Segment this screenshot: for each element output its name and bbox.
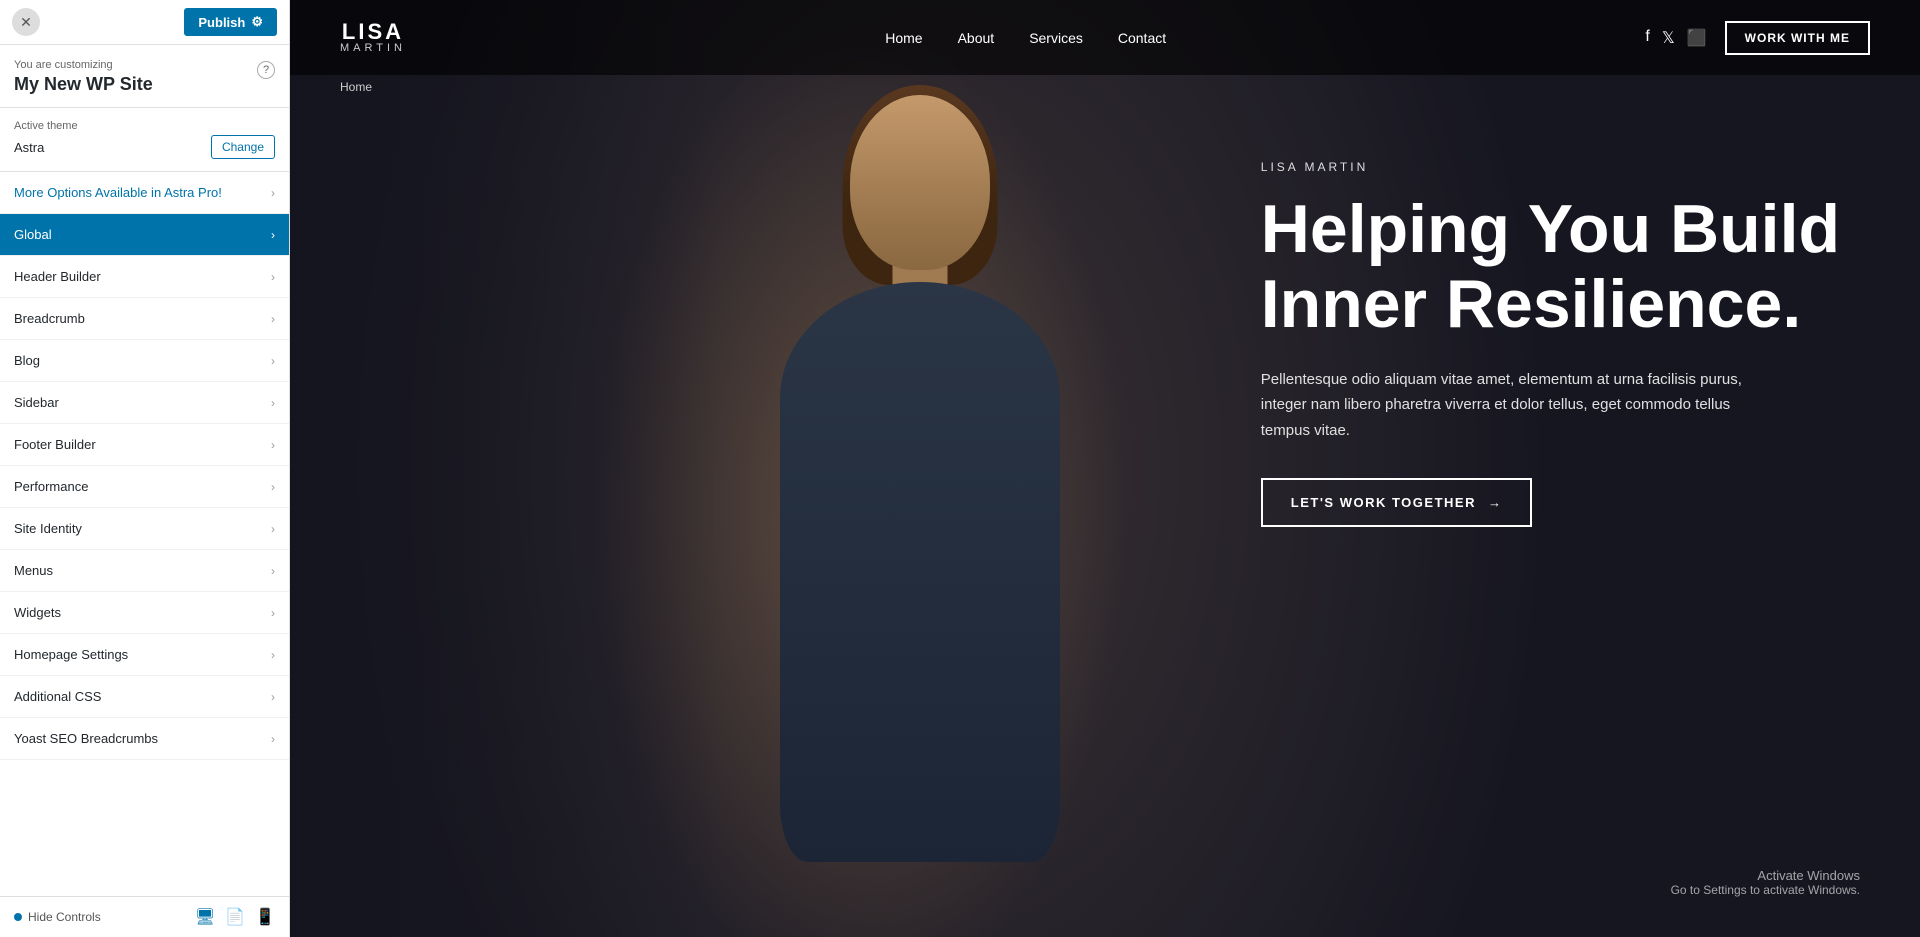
chevron-right-icon: › bbox=[271, 648, 275, 662]
menu-item-blog[interactable]: Blog › bbox=[0, 340, 289, 382]
menu-item-label: Widgets bbox=[14, 605, 61, 620]
header-right: f 𝕏 ⬛ WORK WITH ME bbox=[1645, 21, 1870, 55]
facebook-icon[interactable]: f bbox=[1645, 28, 1649, 48]
site-title: My New WP Site bbox=[14, 74, 153, 95]
chevron-right-icon: › bbox=[271, 354, 275, 368]
menu-item-label: Footer Builder bbox=[14, 437, 96, 452]
work-with-me-button[interactable]: WORK WITH ME bbox=[1725, 21, 1870, 55]
change-theme-button[interactable]: Change bbox=[211, 135, 275, 159]
menu-item-menus[interactable]: Menus › bbox=[0, 550, 289, 592]
desktop-icon[interactable]: 🖥 bbox=[195, 907, 215, 927]
person-head bbox=[850, 95, 990, 270]
menu-item-label: Site Identity bbox=[14, 521, 82, 536]
activate-windows-sub: Go to Settings to activate Windows. bbox=[1671, 883, 1860, 897]
hero-description: Pellentesque odio aliquam vitae amet, el… bbox=[1261, 367, 1761, 444]
person-figure bbox=[710, 75, 1130, 862]
menu-item-footer-builder[interactable]: Footer Builder › bbox=[0, 424, 289, 466]
menu-item-label: Blog bbox=[14, 353, 40, 368]
cta-arrow-icon: → bbox=[1488, 495, 1503, 510]
hero-title-line2: Inner Resilience. bbox=[1261, 266, 1801, 342]
chevron-right-icon: › bbox=[271, 396, 275, 410]
device-icons: 🖥 📄 📱 bbox=[195, 907, 275, 927]
customizing-section: You are customizing My New WP Site ? bbox=[0, 45, 289, 108]
nav-link-about[interactable]: About bbox=[958, 30, 995, 46]
cta-button[interactable]: LET'S WORK TOGETHER → bbox=[1261, 478, 1533, 527]
close-button[interactable]: ✕ bbox=[12, 8, 40, 36]
chevron-right-icon: › bbox=[271, 690, 275, 704]
nav-link-services[interactable]: Services bbox=[1029, 30, 1083, 46]
menu-item-global[interactable]: Global › bbox=[0, 214, 289, 256]
website-wrapper: LISA MARTIN Home About Services Contact f 𝕏… bbox=[290, 0, 1920, 937]
menu-item-breadcrumb[interactable]: Breadcrumb › bbox=[0, 298, 289, 340]
customizing-label: You are customizing bbox=[14, 59, 153, 71]
hero-title-line1: Helping You Build bbox=[1261, 191, 1840, 267]
chevron-right-icon: › bbox=[271, 186, 275, 200]
theme-section: Active theme Astra Change bbox=[0, 108, 289, 172]
chevron-right-icon: › bbox=[271, 606, 275, 620]
menu-item-label: Header Builder bbox=[14, 269, 101, 284]
menu-item-header-builder[interactable]: Header Builder › bbox=[0, 256, 289, 298]
menu-item-label: Yoast SEO Breadcrumbs bbox=[14, 731, 158, 746]
site-header: LISA MARTIN Home About Services Contact f 𝕏… bbox=[290, 0, 1920, 75]
site-nav: Home About Services Contact bbox=[885, 30, 1166, 46]
logo-sub-text: MARTIN bbox=[340, 43, 406, 54]
person-body bbox=[780, 282, 1060, 862]
activate-windows-notice: Activate Windows Go to Settings to activ… bbox=[1671, 868, 1860, 897]
menu-item-performance[interactable]: Performance › bbox=[0, 466, 289, 508]
twitter-icon[interactable]: 𝕏 bbox=[1662, 28, 1675, 48]
breadcrumb: Home bbox=[340, 80, 372, 94]
chevron-right-icon: › bbox=[271, 312, 275, 326]
menu-item-yoast-seo[interactable]: Yoast SEO Breadcrumbs › bbox=[0, 718, 289, 760]
chevron-right-icon: › bbox=[271, 732, 275, 746]
menu-item-label: Performance bbox=[14, 479, 88, 494]
activate-windows-title: Activate Windows bbox=[1671, 868, 1860, 883]
menu-item-label: Homepage Settings bbox=[14, 647, 128, 662]
customizer-topbar: ✕ Publish ⚙ bbox=[0, 0, 289, 45]
logo-main-text: LISA bbox=[342, 21, 404, 43]
menu-item-label: Global bbox=[14, 227, 52, 242]
hide-controls-button[interactable]: Hide Controls bbox=[14, 910, 101, 924]
menu-item-widgets[interactable]: Widgets › bbox=[0, 592, 289, 634]
gear-icon[interactable]: ⚙ bbox=[251, 14, 263, 30]
menu-item-additional-css[interactable]: Additional CSS › bbox=[0, 676, 289, 718]
tablet-icon[interactable]: 📄 bbox=[225, 907, 245, 927]
publish-label: Publish bbox=[198, 15, 245, 30]
menu-item-site-identity[interactable]: Site Identity › bbox=[0, 508, 289, 550]
hero-content: LISA MARTIN Helping You Build Inner Resi… bbox=[1261, 160, 1840, 527]
menu-item-homepage-settings[interactable]: Homepage Settings › bbox=[0, 634, 289, 676]
chevron-right-icon: › bbox=[271, 480, 275, 494]
hide-dot-icon bbox=[14, 913, 22, 921]
hero-author: LISA MARTIN bbox=[1261, 160, 1840, 174]
menu-item-label: Menus bbox=[14, 563, 53, 578]
site-logo: LISA MARTIN bbox=[340, 21, 406, 54]
chevron-right-icon: › bbox=[271, 270, 275, 284]
menu-item-label: More Options Available in Astra Pro! bbox=[14, 185, 222, 200]
customizer-bottombar: Hide Controls 🖥 📄 📱 bbox=[0, 896, 289, 937]
social-icons: f 𝕏 ⬛ bbox=[1645, 28, 1706, 48]
menu-item-label: Additional CSS bbox=[14, 689, 101, 704]
chevron-right-icon: › bbox=[271, 564, 275, 578]
menu-item-sidebar[interactable]: Sidebar › bbox=[0, 382, 289, 424]
cta-label: LET'S WORK TOGETHER bbox=[1291, 495, 1476, 510]
customizer-panel: ✕ Publish ⚙ You are customizing My New W… bbox=[0, 0, 290, 937]
hide-controls-label: Hide Controls bbox=[28, 910, 101, 924]
chevron-right-icon: › bbox=[271, 438, 275, 452]
instagram-icon[interactable]: ⬛ bbox=[1687, 28, 1707, 48]
help-icon[interactable]: ? bbox=[257, 61, 275, 79]
menu-item-astra-pro[interactable]: More Options Available in Astra Pro! › bbox=[0, 172, 289, 214]
mobile-icon[interactable]: 📱 bbox=[255, 907, 275, 927]
menu-item-label: Breadcrumb bbox=[14, 311, 85, 326]
chevron-right-icon: › bbox=[271, 228, 275, 242]
customizer-menu: More Options Available in Astra Pro!›Glo… bbox=[0, 172, 289, 896]
menu-item-label: Sidebar bbox=[14, 395, 59, 410]
hero-title: Helping You Build Inner Resilience. bbox=[1261, 192, 1840, 342]
publish-button[interactable]: Publish ⚙ bbox=[184, 8, 277, 36]
nav-link-contact[interactable]: Contact bbox=[1118, 30, 1166, 46]
theme-name: Astra bbox=[14, 140, 44, 155]
nav-link-home[interactable]: Home bbox=[885, 30, 922, 46]
chevron-right-icon: › bbox=[271, 522, 275, 536]
theme-label: Active theme bbox=[14, 120, 275, 132]
hero-overlay bbox=[290, 0, 720, 937]
preview-panel: LISA MARTIN Home About Services Contact f 𝕏… bbox=[290, 0, 1920, 937]
